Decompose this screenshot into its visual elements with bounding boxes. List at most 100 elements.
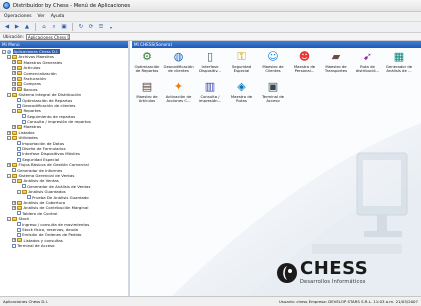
- logo-name: CHESS: [300, 258, 369, 279]
- expand-toggle[interactable]: +: [12, 82, 16, 87]
- app-icon: [3, 2, 10, 9]
- truck-icon: ▰: [331, 50, 341, 64]
- menu-bar: Operaciones Ver Ayuda: [0, 12, 421, 21]
- folder-icon: [12, 173, 17, 178]
- shortcut-label: Maestro de Clientes: [262, 64, 284, 74]
- document-icon: [17, 103, 21, 108]
- shortcut-client[interactable]: ☺ Maestro de Clientes: [258, 51, 288, 74]
- shortcut-label: Maestro de Rutas: [230, 94, 253, 104]
- shortcut-label: Interfase Dispositiv...: [199, 64, 221, 74]
- folder-icon: [17, 82, 22, 87]
- shortcut-articles[interactable]: ▤ Maestro de Artículos: [132, 81, 162, 104]
- folder-icon: [17, 87, 22, 92]
- sync-icon[interactable]: ⟳: [87, 23, 95, 31]
- expand-toggle[interactable]: +: [12, 65, 16, 70]
- tree-node-label: Terminal de Acceso: [17, 243, 55, 249]
- status-left: Aplicaciones Chess D.I.: [3, 299, 49, 304]
- shortcut-label: Activación de Acciones C...: [165, 94, 192, 104]
- status-right: Usuario: chess Empresa: DEVELOP STARS S.…: [279, 299, 418, 304]
- home-icon[interactable]: ⌂: [40, 23, 48, 31]
- shortcut-globe[interactable]: ◍ Geocodificación de clientes: [164, 51, 194, 74]
- collapse-toggle[interactable]: -: [12, 108, 16, 113]
- shortcut-optimization[interactable]: ⚙ Optimización de Repartos: [132, 51, 162, 74]
- folder-icon: [12, 55, 17, 60]
- shortcut-map[interactable]: ◈ Maestro de Rutas: [227, 81, 257, 104]
- collapse-toggle[interactable]: -: [12, 179, 16, 184]
- shortcut-document[interactable]: ▥ Consulta / impresión...: [195, 81, 225, 104]
- shortcut-person[interactable]: ☻ Maestro de Personal...: [290, 51, 320, 74]
- document-icon: [17, 98, 21, 103]
- folder-icon: [17, 179, 22, 184]
- menu-ver[interactable]: Ver: [38, 14, 45, 19]
- expand-toggle[interactable]: +: [12, 71, 16, 76]
- shortcut-key[interactable]: ⚿ Seguridad Especial: [227, 51, 257, 74]
- shortcut-label: Consulta / impresión...: [198, 94, 222, 104]
- folder-icon: [17, 65, 22, 70]
- shortcut-analysis[interactable]: ▦ Generador de Análisis de ...: [384, 51, 414, 74]
- tree-node[interactable]: Terminal de Acceso: [0, 243, 128, 248]
- shortcut-route[interactable]: ➹ Ruta de distribució...: [353, 51, 383, 74]
- folder-icon: [17, 60, 22, 65]
- folder-icon[interactable]: ▣: [60, 23, 68, 31]
- folder-icon: [22, 189, 27, 194]
- document-icon: [22, 114, 26, 119]
- search-icon[interactable]: ⌕: [50, 23, 58, 31]
- chevron-down-icon[interactable]: ▾: [107, 23, 115, 31]
- collapse-toggle[interactable]: -: [7, 173, 11, 178]
- map-icon: ◈: [237, 80, 246, 94]
- expand-toggle[interactable]: +: [12, 206, 16, 211]
- shortcut-label: Seguridad Especial: [231, 64, 252, 74]
- shortcut-terminal[interactable]: ▣ Terminal de Acceso: [258, 81, 288, 104]
- folder-icon: [17, 238, 22, 243]
- toolbar-separator: [72, 23, 73, 31]
- expand-toggle[interactable]: +: [12, 125, 16, 130]
- menu-operaciones[interactable]: Operaciones: [4, 14, 32, 19]
- toolbar-separator: [35, 23, 36, 31]
- shortcut-actions[interactable]: ✦ Activación de Acciones C...: [164, 81, 194, 104]
- shortcut-label: Optimización de Repartos: [134, 64, 160, 74]
- forward-icon[interactable]: ▶: [13, 23, 21, 31]
- collapse-toggle[interactable]: -: [7, 216, 11, 221]
- collapse-toggle[interactable]: -: [17, 189, 21, 194]
- expand-toggle[interactable]: +: [12, 87, 16, 92]
- collapse-toggle[interactable]: -: [7, 55, 11, 60]
- actions-icon: ✦: [173, 80, 184, 94]
- folder-icon: [17, 200, 22, 205]
- window-title-bar: Distribuidor by Chess - Menú de Aplicaci…: [0, 0, 421, 12]
- collapse-toggle[interactable]: -: [7, 135, 11, 140]
- client-icon: ☺: [267, 50, 279, 64]
- tree-pane-header: Mi Menú: [0, 41, 128, 48]
- shortcut-mobile-device[interactable]: ▯ Interfase Dispositiv...: [195, 51, 225, 74]
- chess-logo: CHESS Desarrollos Informáticos: [276, 260, 368, 285]
- expand-toggle[interactable]: +: [7, 162, 11, 167]
- back-icon[interactable]: ◀: [3, 23, 11, 31]
- optimization-icon: ⚙: [142, 50, 152, 64]
- folder-icon: [17, 125, 22, 130]
- up-folder-icon[interactable]: ▲: [23, 23, 31, 31]
- expand-toggle[interactable]: +: [12, 76, 16, 81]
- collapse-toggle[interactable]: -: [7, 92, 11, 97]
- collapse-toggle[interactable]: -: [2, 49, 6, 54]
- folder-icon: [12, 162, 17, 167]
- expand-toggle[interactable]: +: [7, 130, 11, 135]
- logo-tagline: Desarrollos Informáticos: [300, 279, 366, 285]
- location-input[interactable]: Aplicaciones Chess D.I.: [25, 33, 70, 40]
- refresh-icon[interactable]: ↻: [77, 23, 85, 31]
- menu-tree-pane: Mi Menú - Aplicaciones Chess D.I. - Archivo…: [0, 41, 130, 296]
- menu-ayuda[interactable]: Ayuda: [51, 14, 65, 19]
- expand-toggle[interactable]: +: [12, 60, 16, 65]
- folder-icon: [17, 71, 22, 76]
- expand-toggle[interactable]: +: [12, 238, 16, 243]
- shortcut-truck[interactable]: ▰ Maestro de Transportes: [321, 51, 351, 74]
- shortcuts-pane-header: Mi CHESS(Sonora): [132, 41, 421, 48]
- expand-toggle[interactable]: +: [12, 200, 16, 205]
- views-icon[interactable]: ☰: [97, 23, 105, 31]
- chess-logo-mark: [277, 262, 297, 283]
